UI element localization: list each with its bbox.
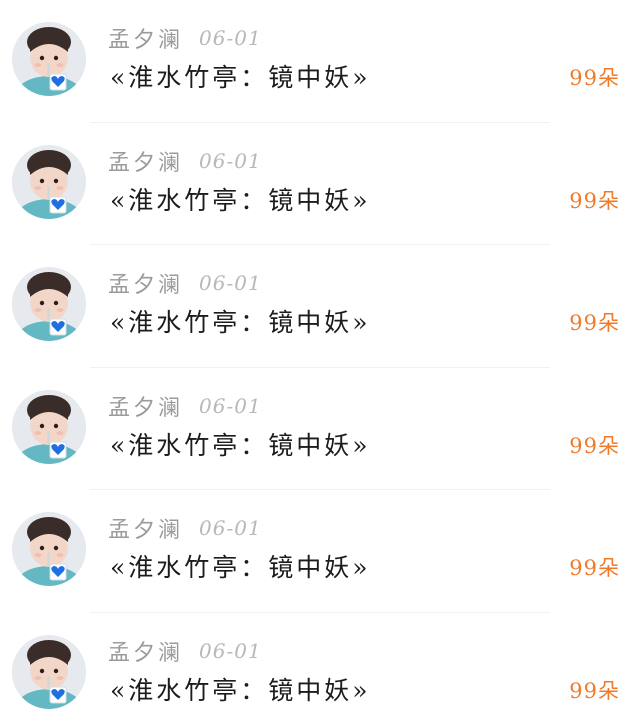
item-meta: 孟夕澜 06-01	[108, 145, 262, 177]
item-meta: 孟夕澜 06-01	[108, 390, 262, 422]
gift-count: 99朵	[569, 433, 620, 458]
item-title[interactable]: «淮水竹亭：镜中妖»	[110, 58, 371, 94]
list-item[interactable]: 孟夕澜 06-01 «淮水竹亭：镜中妖» 99朵	[0, 245, 640, 368]
item-date: 06-01	[199, 638, 262, 663]
item-title[interactable]: «淮水竹亭：镜中妖»	[110, 426, 371, 462]
gift-count: 99朵	[569, 66, 620, 90]
list-item[interactable]: 孟夕澜 06-01 «淮水竹亭：镜中妖» 99朵	[0, 490, 640, 613]
author-name[interactable]: 孟夕澜	[108, 145, 183, 177]
child-with-blue-heart-avatar-icon	[12, 22, 86, 96]
item-date: 06-01	[199, 148, 262, 173]
item-title[interactable]: «淮水竹亭：镜中妖»	[110, 303, 371, 339]
gift-count: 99朵	[569, 678, 620, 703]
gift-count: 99朵	[569, 188, 620, 213]
gift-count: 99朵	[569, 311, 620, 335]
author-name[interactable]: 孟夕澜	[108, 267, 183, 299]
avatar[interactable]	[12, 634, 86, 709]
list-item[interactable]: 孟夕澜 06-01 «淮水竹亭：镜中妖» 99朵	[0, 123, 640, 245]
avatar[interactable]	[12, 512, 86, 586]
child-with-blue-heart-avatar-icon	[12, 144, 86, 219]
item-meta: 孟夕澜 06-01	[108, 267, 262, 299]
item-title[interactable]: «淮水竹亭：镜中妖»	[110, 181, 371, 217]
author-name[interactable]: 孟夕澜	[108, 22, 183, 54]
child-with-blue-heart-avatar-icon	[12, 634, 86, 709]
author-name[interactable]: 孟夕澜	[108, 512, 183, 544]
author-name[interactable]: 孟夕澜	[108, 390, 183, 422]
item-date: 06-01	[199, 271, 262, 295]
item-date: 06-01	[199, 26, 262, 50]
gift-count: 99朵	[569, 556, 620, 580]
gift-record-list: 孟夕澜 06-01 «淮水竹亭：镜中妖» 99朵 孟夕澜 06-01 «淮水竹亭…	[0, 0, 640, 723]
item-title[interactable]: «淮水竹亭：镜中妖»	[110, 548, 371, 584]
item-meta: 孟夕澜 06-01	[108, 512, 262, 544]
child-with-blue-heart-avatar-icon	[12, 389, 86, 464]
avatar[interactable]	[12, 389, 86, 464]
avatar[interactable]	[12, 267, 86, 341]
item-meta: 孟夕澜 06-01	[108, 22, 262, 54]
avatar[interactable]	[12, 22, 86, 96]
item-date: 06-01	[199, 393, 262, 418]
list-item[interactable]: 孟夕澜 06-01 «淮水竹亭：镜中妖» 99朵	[0, 0, 640, 123]
list-item[interactable]: 孟夕澜 06-01 «淮水竹亭：镜中妖» 99朵	[0, 613, 640, 723]
list-item[interactable]: 孟夕澜 06-01 «淮水竹亭：镜中妖» 99朵	[0, 368, 640, 490]
child-with-blue-heart-avatar-icon	[12, 512, 86, 586]
item-title[interactable]: «淮水竹亭：镜中妖»	[110, 671, 371, 707]
avatar[interactable]	[12, 144, 86, 219]
item-date: 06-01	[199, 516, 262, 540]
child-with-blue-heart-avatar-icon	[12, 267, 86, 341]
item-meta: 孟夕澜 06-01	[108, 635, 262, 667]
author-name[interactable]: 孟夕澜	[108, 635, 183, 667]
